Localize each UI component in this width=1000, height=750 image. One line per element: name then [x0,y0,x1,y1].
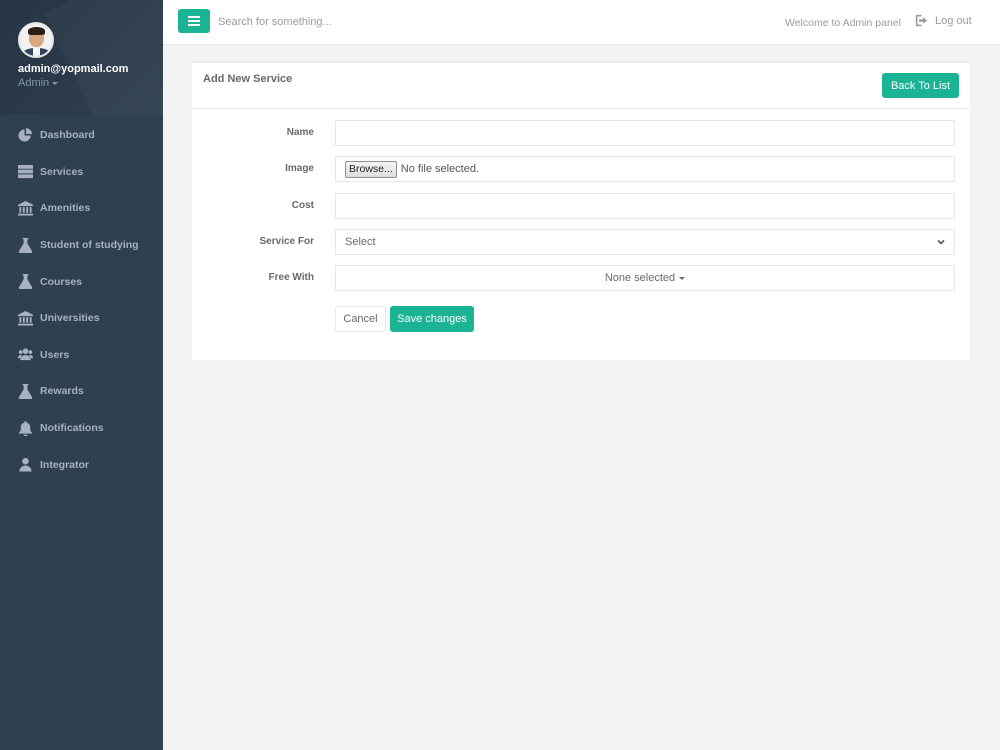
logout-link[interactable]: Log out [915,14,972,27]
add-service-panel: Add New Service Back To List Name Image … [192,61,970,360]
search-input[interactable] [218,12,518,32]
cost-input[interactable] [335,193,955,219]
sidebar-nav: Dashboard Services Amenities Student of … [0,117,163,483]
sidebar-item-student-of-studying[interactable]: Student of studying [0,227,163,264]
logout-label: Log out [935,14,972,27]
avatar[interactable] [18,22,54,58]
sidebar-item-label: Rewards [40,385,84,398]
sidebar-item-courses[interactable]: Courses [0,263,163,300]
service-for-value: Select [345,236,376,248]
free-with-multiselect[interactable]: None selected [335,265,955,291]
cost-row: Cost [192,193,970,219]
service-for-row: Service For Select [192,229,970,255]
image-row: Image Browse... No file selected. [192,156,970,182]
flask-icon [18,274,33,290]
sidebar-item-notifications[interactable]: Notifications [0,410,163,447]
page-title: Add New Service [203,73,293,85]
free-with-value: None selected [604,272,676,284]
caret-down-icon [679,276,686,280]
sign-out-icon [915,14,928,27]
user-icon [19,458,32,472]
caret-down-icon [52,81,59,85]
name-label: Name [286,127,314,138]
sidebar-item-label: Amenities [40,202,91,215]
file-status: No file selected. [400,163,480,175]
sidebar-item-label: Dashboard [40,129,95,142]
free-with-row: Free With None selected [192,265,970,291]
server-icon [18,165,33,179]
service-for-label: Service For [259,236,314,247]
cancel-button[interactable]: Cancel [335,306,386,332]
sidebar-item-integrator[interactable]: Integrator [0,446,163,483]
hamburger-icon [188,16,200,26]
pie-chart-icon [18,127,33,142]
sidebar: admin@yopmail.com Admin Dashboard Servic… [0,0,163,750]
profile-header: admin@yopmail.com Admin [0,0,163,115]
name-input[interactable] [335,120,955,146]
sidebar-item-label: Integrator [40,458,90,471]
cost-label: Cost [291,200,314,211]
sidebar-item-rewards[interactable]: Rewards [0,373,163,410]
save-changes-button[interactable]: Save changes [390,306,474,332]
image-label: Image [285,163,314,174]
sidebar-item-label: Users [40,348,70,361]
sidebar-item-amenities[interactable]: Amenities [0,190,163,227]
name-row: Name [192,120,970,146]
users-icon [18,348,33,361]
free-with-label: Free With [268,272,314,283]
sidebar-item-label: Universities [40,312,100,325]
bell-icon [18,420,33,436]
back-to-list-button[interactable]: Back To List [882,73,959,98]
profile-email: admin@yopmail.com [18,63,129,75]
institution-icon [18,200,33,216]
flask-icon [18,237,33,253]
sidebar-item-users[interactable]: Users [0,337,163,374]
profile-role: Admin [18,77,50,89]
sidebar-item-dashboard[interactable]: Dashboard [0,117,163,154]
browse-button[interactable]: Browse... [345,160,397,178]
welcome-message: Welcome to Admin panel [785,17,901,29]
flask-icon [18,383,33,399]
chevron-down-icon [937,239,945,245]
sidebar-toggle-button[interactable] [178,9,210,33]
sidebar-item-label: Services [40,165,84,178]
profile-role-dropdown[interactable]: Admin [18,77,163,89]
sidebar-item-label: Notifications [40,422,104,435]
institution-icon [18,310,33,326]
sidebar-item-label: Student of studying [40,239,139,252]
sidebar-item-services[interactable]: Services [0,154,163,191]
sidebar-item-label: Courses [40,275,83,288]
service-for-select[interactable]: Select [335,229,955,255]
panel-header: Add New Service Back To List [192,63,970,109]
sidebar-item-universities[interactable]: Universities [0,300,163,337]
top-navbar: Welcome to Admin panel Log out [163,0,1000,45]
image-file-input[interactable]: Browse... No file selected. [335,156,955,182]
